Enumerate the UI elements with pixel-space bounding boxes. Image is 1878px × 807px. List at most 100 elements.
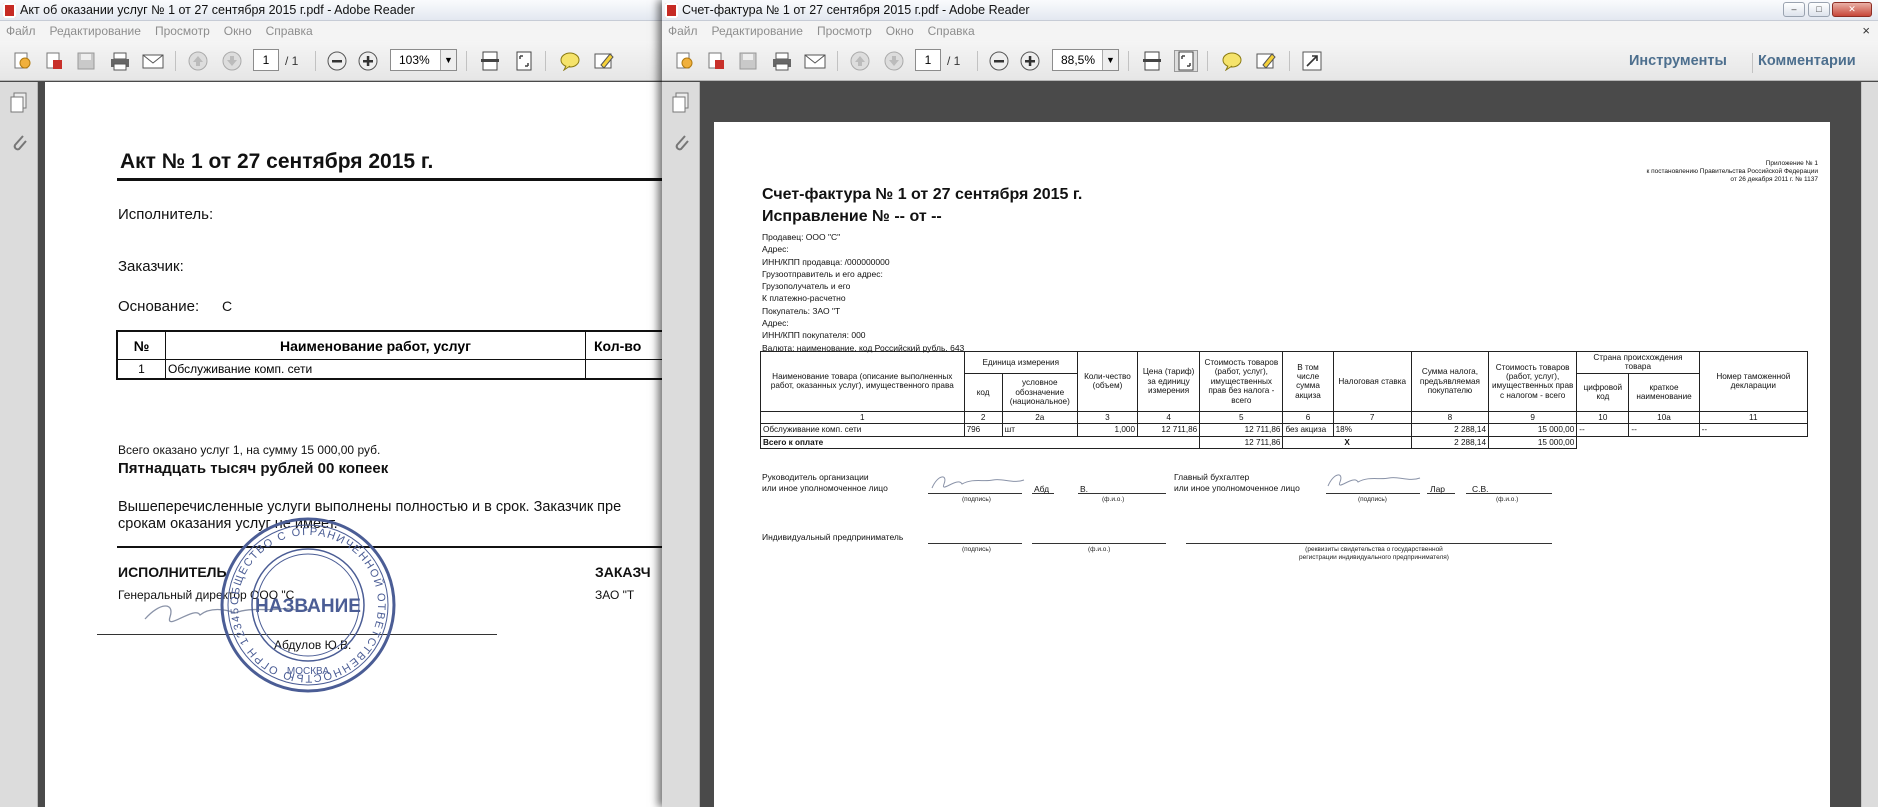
save-icon[interactable]	[736, 50, 760, 72]
close-window-icon[interactable]: ✕	[1832, 2, 1872, 17]
minimize-icon[interactable]: –	[1783, 2, 1805, 17]
left-document-page: Акт № 1 от 27 сентября 2015 г. Исполните…	[45, 82, 668, 807]
col-num: 8	[1410, 410, 1490, 425]
total-empty	[1577, 436, 1808, 448]
pdf-convert-icon[interactable]	[704, 50, 728, 72]
print-icon[interactable]	[108, 50, 132, 72]
total-label: Всего к оплате	[759, 435, 1201, 450]
reg-caption-2: регистрации индивидуального предпринимат…	[1299, 554, 1449, 561]
email-icon[interactable]	[141, 50, 165, 72]
col-num: 9	[1488, 410, 1578, 425]
head-name-line-1	[1032, 480, 1054, 494]
ip-sign-line	[928, 530, 1022, 544]
col-num: 5	[1199, 410, 1284, 425]
head-name-line-2	[1078, 480, 1166, 494]
ip-fio-line	[1032, 530, 1166, 544]
page-thumbnails-icon[interactable]	[9, 92, 29, 114]
fit-page-icon[interactable]	[512, 50, 536, 72]
attachments-icon[interactable]	[671, 132, 691, 154]
acc-sign-caption: (подпись)	[1358, 496, 1387, 503]
col-num: 6	[1282, 410, 1334, 425]
comment-icon[interactable]	[1220, 50, 1244, 72]
zoom-out-icon[interactable]	[325, 50, 349, 72]
consignee-field: Грузополучатель и его	[762, 281, 851, 292]
payment-doc-field: К платежно-расчетно	[762, 293, 846, 304]
fit-page-icon[interactable]	[1174, 50, 1198, 72]
scroll-mode-icon[interactable]	[478, 50, 502, 72]
header-rate: Налоговая ставка	[1332, 351, 1412, 412]
row-cost: 12 711,86	[1199, 423, 1284, 437]
page-count: / 1	[285, 54, 299, 68]
row-unit-code: 796	[963, 423, 1003, 437]
right-navigation-panel	[662, 82, 700, 807]
maximize-icon[interactable]: □	[1808, 2, 1830, 17]
table-cell-name: Обслуживание комп. сети	[166, 360, 586, 378]
page-number-input[interactable]: 1	[253, 49, 279, 71]
total-x: X	[1282, 435, 1412, 450]
expand-icon[interactable]	[1300, 50, 1324, 72]
buyer-address-field: Адрес:	[762, 318, 789, 329]
zoom-in-icon[interactable]	[356, 50, 380, 72]
header-excise: В том числе сумма акциза	[1282, 351, 1334, 412]
menu-view[interactable]: Просмотр	[817, 24, 872, 38]
menu-file[interactable]: Файл	[6, 24, 36, 38]
prev-page-icon[interactable]	[186, 50, 210, 72]
right-toolbar: 1 / 1 88,5% ▼ Инструменты Комментарии	[662, 41, 1878, 81]
menu-edit[interactable]: Редактирование	[50, 24, 141, 38]
close-doc-icon[interactable]: ×	[1862, 21, 1870, 41]
header-customs: Номер таможенной декларации	[1698, 351, 1809, 412]
invoice-title: Счет-фактура № 1 от 27 сентября 2015 г.	[762, 186, 1083, 203]
next-page-icon[interactable]	[882, 50, 906, 72]
table-cell-num: 1	[118, 360, 166, 378]
create-pdf-icon[interactable]	[10, 50, 34, 72]
prev-page-icon[interactable]	[848, 50, 872, 72]
invoice-table: Наименование товара (описание выполненны…	[759, 351, 1809, 450]
attachments-icon[interactable]	[9, 132, 29, 154]
print-icon[interactable]	[770, 50, 794, 72]
zoom-out-icon[interactable]	[987, 50, 1011, 72]
menu-file[interactable]: Файл	[668, 24, 698, 38]
table-header-num: №	[118, 332, 166, 360]
next-page-icon[interactable]	[220, 50, 244, 72]
page-thumbnails-icon[interactable]	[671, 92, 691, 114]
scroll-mode-icon[interactable]	[1140, 50, 1164, 72]
ip-reg-line	[1186, 530, 1552, 544]
right-title-bar: Счет-фактура № 1 от 27 сентября 2015 г.p…	[662, 0, 1878, 21]
total-line: Всего оказано услуг 1, на сумму 15 000,0…	[118, 443, 381, 457]
menu-window[interactable]: Окно	[886, 24, 914, 38]
header-unit-name: условное обозначение (национальное)	[1001, 372, 1078, 412]
page-number-input[interactable]: 1	[915, 49, 941, 71]
col-num: 2	[963, 410, 1003, 425]
email-icon[interactable]	[803, 50, 827, 72]
left-toolbar: 1 / 1 103% ▼	[0, 41, 668, 81]
col-num: 10а	[1628, 410, 1700, 425]
zoom-in-icon[interactable]	[1018, 50, 1042, 72]
row-rate: 18%	[1332, 423, 1412, 437]
menu-window[interactable]: Окно	[224, 24, 252, 38]
pdf-convert-icon[interactable]	[42, 50, 66, 72]
menu-help[interactable]: Справка	[928, 24, 975, 38]
row-country-name: --	[1628, 423, 1700, 437]
customer-org: ЗАО "Т	[595, 588, 635, 602]
tools-button[interactable]: Инструменты	[1629, 53, 1727, 69]
basis-label: Основание:	[118, 298, 200, 315]
ip-label: Индивидуальный предприниматель	[762, 532, 904, 542]
right-scrollbar[interactable]	[1861, 82, 1878, 807]
highlight-icon[interactable]	[1254, 50, 1278, 72]
menu-edit[interactable]: Редактирование	[712, 24, 803, 38]
comments-button[interactable]: Комментарии	[1758, 53, 1856, 69]
right-window-title: Счет-фактура № 1 от 27 сентября 2015 г.p…	[682, 3, 1030, 17]
page-count: / 1	[947, 54, 961, 68]
menu-view[interactable]: Просмотр	[155, 24, 210, 38]
seller-address-field: Адрес:	[762, 244, 789, 255]
zoom-select[interactable]: 88,5% ▼	[1052, 49, 1119, 71]
zoom-select[interactable]: 103% ▼	[390, 49, 457, 71]
col-num: 10	[1576, 410, 1630, 425]
create-pdf-icon[interactable]	[672, 50, 696, 72]
comment-icon[interactable]	[558, 50, 582, 72]
menu-help[interactable]: Справка	[266, 24, 313, 38]
col-num: 7	[1332, 410, 1412, 425]
total-cost: 12 711,86	[1199, 435, 1284, 450]
highlight-icon[interactable]	[592, 50, 616, 72]
save-icon[interactable]	[74, 50, 98, 72]
